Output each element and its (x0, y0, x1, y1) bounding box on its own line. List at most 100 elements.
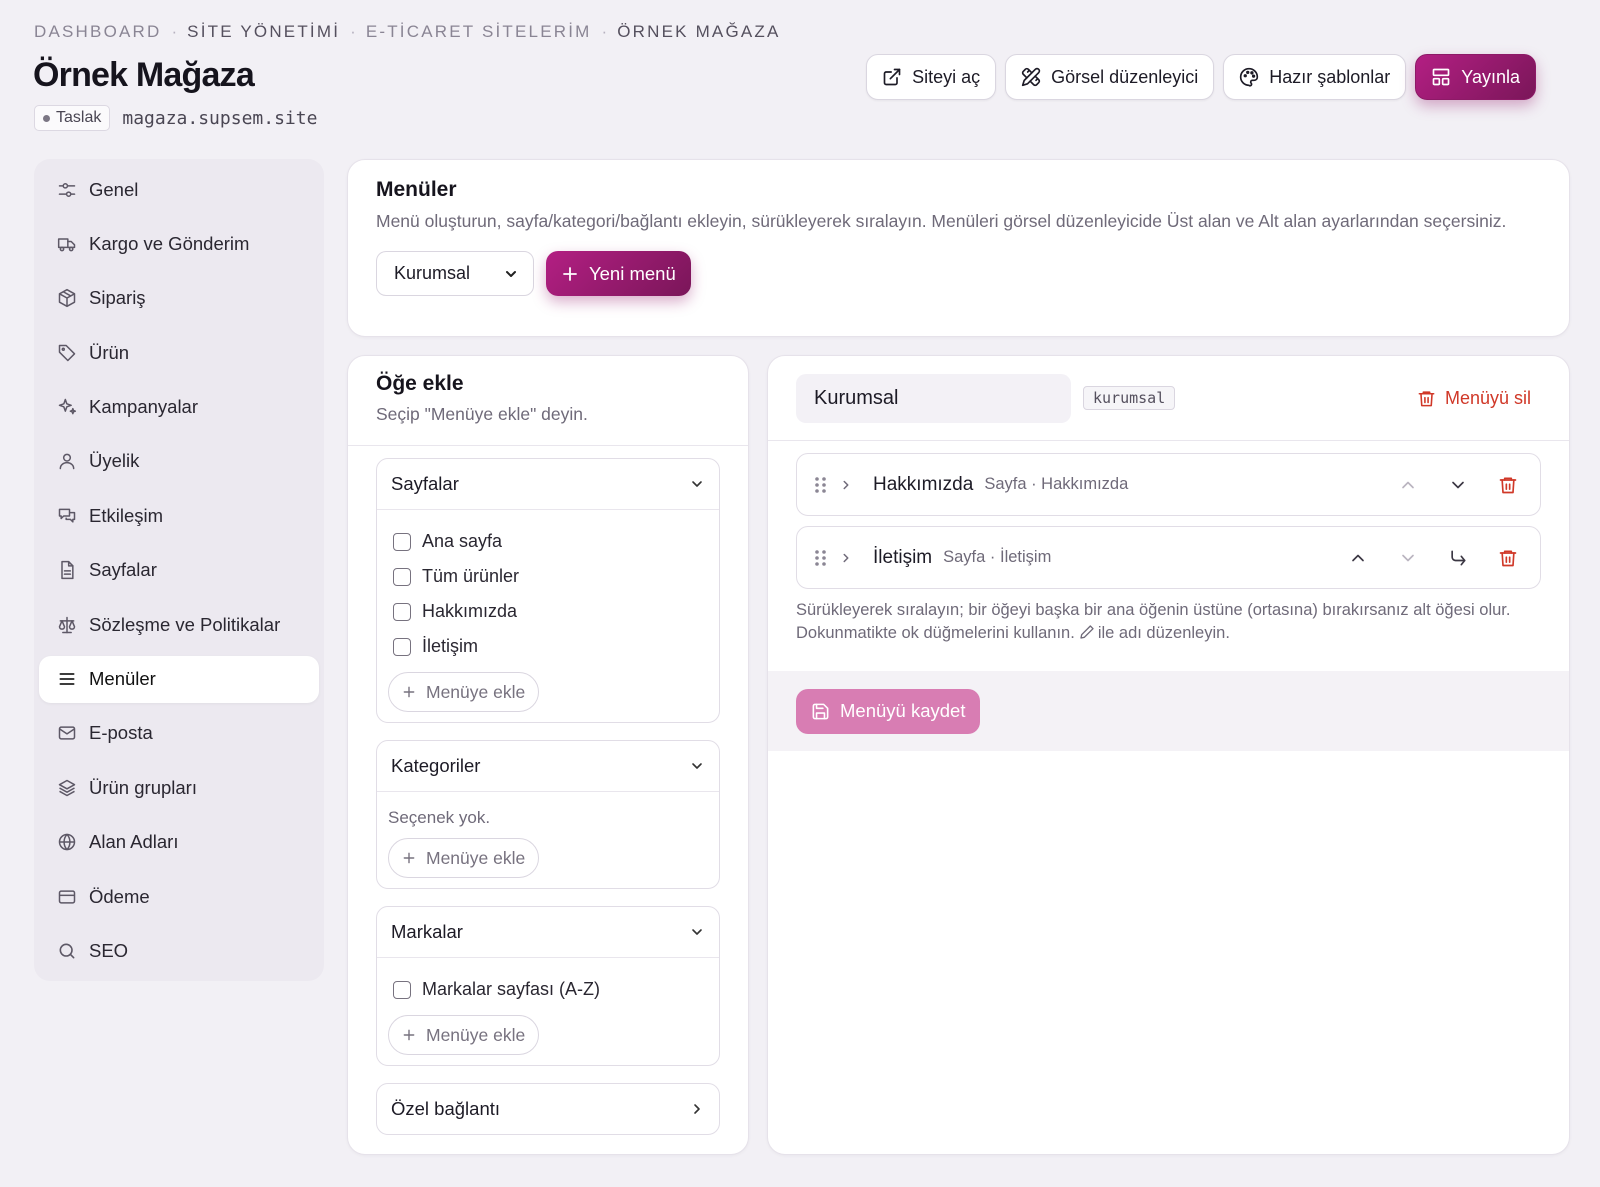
sidebar-item-alan-adlari[interactable]: Alan Adları (39, 819, 319, 866)
pages-accordion-body: Ana sayfa Tüm ürünler Hakkımızda İletişi… (377, 509, 719, 722)
breadcrumb-ecommerce-sites[interactable]: E-TİCARET SİTELERİM (366, 22, 592, 42)
brands-accordion-body: Markalar sayfası (A-Z) Menüye ekle (377, 957, 719, 1065)
sidebar-item-urun-gruplari[interactable]: Ürün grupları (39, 764, 319, 811)
save-menu-button[interactable]: Menüyü kaydet (796, 688, 981, 734)
sidebar-item-label: Sayfalar (89, 559, 157, 581)
menu-item-row[interactable]: İletişim Sayfa · İletişim (796, 526, 1541, 589)
add-items-title: Öğe ekle (376, 372, 464, 395)
templates-button[interactable]: Hazır şablonlar (1223, 54, 1407, 100)
page-option-iletisim[interactable]: İletişim (388, 629, 708, 664)
layout-icon (1431, 67, 1451, 87)
save-icon (811, 702, 830, 721)
add-items-body: Sayfalar Ana sayfa Tüm ürünler Hakkımızd… (348, 446, 748, 1154)
publish-button[interactable]: Yayınla (1415, 54, 1536, 100)
sidebar-item-kargo[interactable]: Kargo ve Gönderim (39, 220, 319, 267)
menus-title: Menüler (376, 178, 457, 201)
sidebar-item-label: Alan Adları (89, 831, 179, 853)
top-actions: Siteyi aç Görsel düzenleyici Hazır şablo… (866, 54, 1536, 100)
page-option-ana-sayfa[interactable]: Ana sayfa (388, 524, 708, 559)
drag-handle-icon[interactable] (813, 548, 829, 568)
sidebar-item-label: Kargo ve Gönderim (89, 232, 250, 254)
add-items-subtitle: Seçip "Menüye ekle" deyin. (376, 404, 588, 424)
checkbox[interactable] (393, 602, 411, 621)
drag-handle-icon[interactable] (813, 475, 829, 495)
menu-name-value: Kurumsal (814, 386, 899, 409)
sidebar-item-label: Genel (89, 178, 139, 200)
breadcrumb-separator: · (350, 22, 356, 41)
pages-accordion-header[interactable]: Sayfalar (377, 459, 719, 509)
breadcrumb-dashboard[interactable]: DASHBOARD (34, 22, 162, 42)
checkbox[interactable] (393, 980, 411, 999)
option-label: Tüm ürünler (422, 566, 520, 586)
visual-editor-button[interactable]: Görsel düzenleyici (1005, 54, 1215, 100)
sidebar-item-sozlesme[interactable]: Sözleşme ve Politikalar (39, 601, 319, 648)
plus-icon (402, 685, 416, 699)
expand-chevron-icon[interactable] (839, 478, 853, 492)
indent-icon[interactable] (1448, 548, 1468, 568)
brands-accordion-header[interactable]: Markalar (377, 907, 719, 957)
plus-icon (402, 1028, 416, 1042)
menus-description: Menü oluşturun, sayfa/kategori/bağlantı … (376, 211, 1507, 231)
menu-item-row[interactable]: Hakkımızda Sayfa · Hakkımızda (796, 453, 1541, 516)
checkbox[interactable] (393, 637, 411, 656)
delete-item-icon[interactable] (1498, 548, 1518, 568)
sidebar-item-kampanyalar[interactable]: Kampanyalar (39, 384, 319, 431)
add-pages-to-menu-button[interactable]: Menüye ekle (388, 672, 540, 712)
categories-empty-text: Seçenek yok. (388, 808, 491, 827)
new-menu-button[interactable]: Yeni menü (546, 251, 691, 296)
trash-icon (1417, 389, 1436, 408)
page-option-tum-urunler[interactable]: Tüm ürünler (388, 559, 708, 594)
sidebar-item-label: E-posta (89, 722, 153, 744)
checkbox[interactable] (393, 567, 411, 586)
move-down-icon[interactable] (1398, 548, 1418, 568)
chat-icon (57, 506, 77, 526)
visual-editor-label: Görsel düzenleyici (1051, 66, 1199, 87)
chevron-down-icon (503, 266, 519, 282)
custom-link-accordion-header[interactable]: Özel bağlantı (377, 1084, 719, 1134)
site-domain: magaza.supsem.site (122, 107, 318, 129)
delete-item-icon[interactable] (1498, 475, 1518, 495)
sidebar-item-sayfalar[interactable]: Sayfalar (39, 547, 319, 594)
brands-accordion: Markalar Markalar sayfası (A-Z) Menüye e… (376, 906, 720, 1066)
palette-icon (1239, 67, 1259, 87)
brand-option-brands-page[interactable]: Markalar sayfası (A-Z) (388, 972, 708, 1007)
add-items-card: Öğe ekle Seçip "Menüye ekle" deyin. Sayf… (347, 355, 749, 1155)
sidebar-item-eposta[interactable]: E-posta (39, 710, 319, 757)
delete-menu-button[interactable]: Menüyü sil (1417, 388, 1531, 409)
new-menu-label: Yeni menü (589, 262, 676, 284)
menu-name-input[interactable]: Kurumsal (796, 373, 1071, 423)
save-menu-label: Menüyü kaydet (840, 700, 966, 721)
categories-accordion-title: Kategoriler (391, 755, 481, 776)
package-icon (57, 288, 77, 308)
open-site-button[interactable]: Siteyi aç (866, 54, 997, 100)
sidebar-item-seo[interactable]: SEO (39, 927, 319, 974)
categories-accordion-header[interactable]: Kategoriler (377, 741, 719, 791)
add-categories-to-menu-button[interactable]: Menüye ekle (388, 838, 540, 878)
sidebar-item-genel[interactable]: Genel (39, 166, 319, 213)
sidebar-item-label: Üyelik (89, 450, 140, 472)
checkbox[interactable] (393, 532, 411, 551)
chevron-right-icon (689, 1101, 705, 1117)
sidebar-item-label: Ürün grupları (89, 776, 197, 798)
menu-items-list: Hakkımızda Sayfa · Hakkımızda İletişim S… (768, 441, 1569, 645)
sidebar-item-label: Ürün (89, 341, 130, 363)
move-up-icon[interactable] (1348, 548, 1368, 568)
breadcrumb-site-management[interactable]: SİTE YÖNETİMİ (187, 22, 340, 42)
menu-icon (57, 669, 77, 689)
move-up-icon[interactable] (1398, 475, 1418, 495)
user-icon (57, 451, 77, 471)
sidebar-item-urun[interactable]: Ürün (39, 329, 319, 376)
menu-select[interactable]: Kurumsal (376, 251, 534, 296)
tag-icon (57, 343, 77, 363)
sidebar-item-menuler[interactable]: Menüler (39, 655, 319, 703)
expand-chevron-icon[interactable] (839, 551, 853, 565)
page-option-hakkimizda[interactable]: Hakkımızda (388, 594, 708, 629)
sidebar-item-odeme[interactable]: Ödeme (39, 873, 319, 920)
sidebar-item-uyelik[interactable]: Üyelik (39, 438, 319, 485)
save-bar: Menüyü kaydet (768, 671, 1569, 751)
add-brands-to-menu-button[interactable]: Menüye ekle (388, 1015, 540, 1055)
option-label: İletişim (422, 636, 479, 656)
sidebar-item-siparis[interactable]: Sipariş (39, 275, 319, 322)
move-down-icon[interactable] (1448, 475, 1468, 495)
sidebar-item-etkilesim[interactable]: Etkileşim (39, 492, 319, 539)
